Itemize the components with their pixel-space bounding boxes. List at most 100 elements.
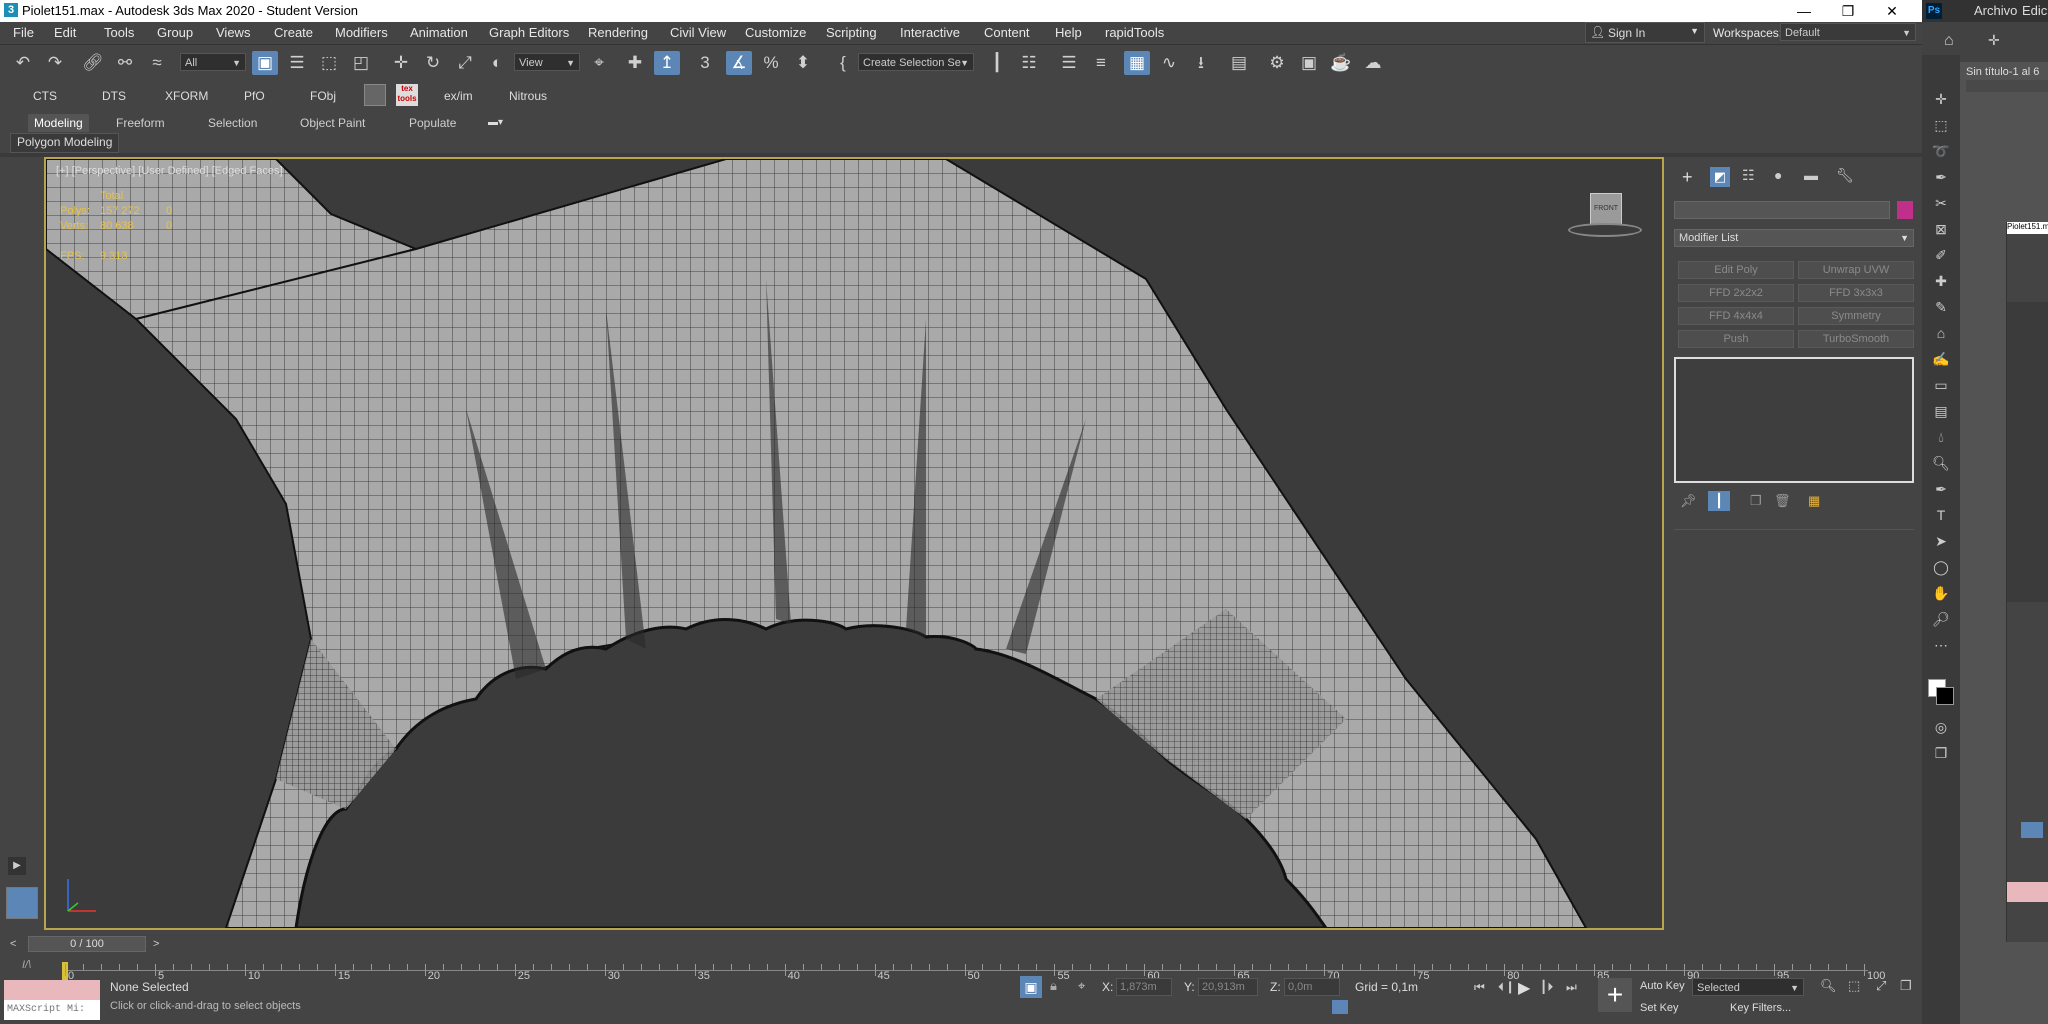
object-color-swatch[interactable] bbox=[1897, 201, 1913, 219]
show-end-result-icon[interactable]: ┃ bbox=[1708, 491, 1730, 511]
menu-graph-editors[interactable]: Graph Editors bbox=[489, 25, 569, 40]
time-slider-thumb[interactable]: 0 / 100 bbox=[28, 936, 146, 952]
create-tab-icon[interactable]: + bbox=[1682, 167, 1693, 188]
maximize-viewport-icon[interactable]: ❐ bbox=[1900, 978, 1912, 994]
textools-icon[interactable]: tex tools bbox=[396, 84, 418, 106]
prev-frame-icon[interactable]: ⏴┃ bbox=[1498, 980, 1516, 995]
x-coord-field[interactable]: 1,873m bbox=[1116, 978, 1172, 996]
modifier-stack[interactable] bbox=[1674, 357, 1914, 483]
align-icon[interactable]: ☷ bbox=[1016, 51, 1042, 75]
push-button[interactable]: Push bbox=[1678, 330, 1794, 348]
redo-icon[interactable]: ↷ bbox=[42, 51, 68, 75]
schematic-view-icon[interactable]: ⭳ bbox=[1188, 51, 1214, 75]
undo-icon[interactable]: ↶ bbox=[10, 51, 36, 75]
maxscript-listener[interactable] bbox=[4, 980, 100, 1000]
tab-selection[interactable]: Selection bbox=[202, 114, 263, 132]
link-icon[interactable]: 🔗︎ bbox=[80, 51, 106, 75]
nitrous-button[interactable]: Nitrous bbox=[509, 89, 547, 103]
menu-modifiers[interactable]: Modifiers bbox=[335, 25, 388, 40]
menu-file[interactable]: File bbox=[13, 25, 34, 40]
display-tab-icon[interactable]: ▬ bbox=[1804, 167, 1818, 183]
dts-button[interactable]: DTS bbox=[102, 89, 126, 103]
pfo-button[interactable]: PfO bbox=[244, 89, 265, 103]
expand-arrow-icon[interactable]: ▶ bbox=[8, 857, 26, 875]
ps-move-icon[interactable]: ✛ bbox=[1930, 89, 1952, 109]
ps-stamp-icon[interactable]: ⌂ bbox=[1930, 323, 1952, 343]
viewport-label[interactable]: [+] [Perspective] [User Defined] [Edged … bbox=[56, 165, 283, 177]
turbosmooth-button[interactable]: TurboSmooth bbox=[1798, 330, 1914, 348]
layer-explorer-icon[interactable]: ≡ bbox=[1088, 51, 1114, 75]
render-setup-icon[interactable]: ⚙ bbox=[1264, 51, 1290, 75]
ps-eyedropper-icon[interactable]: ✐ bbox=[1930, 245, 1952, 265]
select-object-icon[interactable]: ▣ bbox=[252, 51, 278, 75]
bind-spacewarp-icon[interactable]: ≈ bbox=[144, 51, 170, 75]
workspace-dropdown[interactable]: Default ▼ bbox=[1780, 23, 1916, 41]
percent-snap-icon[interactable]: % bbox=[758, 51, 784, 75]
curve-editor-icon[interactable]: ∿ bbox=[1156, 51, 1182, 75]
modifier-list-dropdown[interactable]: Modifier List ▼ bbox=[1674, 229, 1914, 247]
modify-tab-icon[interactable]: ◩ bbox=[1710, 167, 1730, 187]
viewcube[interactable]: FRONT bbox=[1564, 193, 1644, 253]
trackbar[interactable]: I/\ 0 5 10 15 20 25 30 35 40 45 50 55 60 65 70 75 80 85 90… bbox=[0, 956, 1922, 986]
ps-healing-icon[interactable]: ✚ bbox=[1930, 271, 1952, 291]
menu-customize[interactable]: Customize bbox=[745, 25, 806, 40]
ps-crop-icon[interactable]: ✂ bbox=[1930, 193, 1952, 213]
tab-populate[interactable]: Populate bbox=[403, 114, 462, 132]
keyboard-shortcut-override-icon[interactable]: ↥ bbox=[654, 51, 680, 75]
ps-zoom-icon[interactable]: 🔎︎ bbox=[1930, 609, 1952, 629]
fobj-button[interactable]: FObj bbox=[310, 89, 336, 103]
close-button[interactable]: ✕ bbox=[1870, 0, 1914, 22]
pivot-center-icon[interactable]: ⌖ bbox=[586, 51, 612, 75]
ps-background-color[interactable] bbox=[1936, 687, 1954, 705]
xform-button[interactable]: XFORM bbox=[165, 89, 208, 103]
ps-type-icon[interactable]: T bbox=[1930, 505, 1952, 525]
named-selection-dropdown[interactable]: Create Selection Se ▼ bbox=[858, 53, 974, 71]
ps-document-tab[interactable]: Sin título-1 al 6 bbox=[1966, 66, 2039, 78]
ps-marquee-icon[interactable]: ⬚ bbox=[1930, 115, 1952, 135]
menu-content[interactable]: Content bbox=[984, 25, 1030, 40]
zoom-extents-icon[interactable]: ⤢ bbox=[1876, 978, 1886, 994]
menu-views[interactable]: Views bbox=[216, 25, 250, 40]
menu-animation[interactable]: Animation bbox=[410, 25, 468, 40]
ps-brush-icon[interactable]: ✎ bbox=[1930, 297, 1952, 317]
next-frame-icon[interactable]: ┃⏵ bbox=[1540, 980, 1553, 995]
cts-button[interactable]: CTS bbox=[33, 89, 57, 103]
window-crossing-icon[interactable]: ◰ bbox=[348, 51, 374, 75]
ffd-4x4x4-button[interactable]: FFD 4x4x4 bbox=[1678, 307, 1794, 325]
menu-scripting[interactable]: Scripting bbox=[826, 25, 877, 40]
scene-explorer-icon[interactable]: ☰ bbox=[1056, 51, 1082, 75]
ps-frame-icon[interactable]: ⊠ bbox=[1930, 219, 1952, 239]
absolute-mode-icon[interactable]: ⌖ bbox=[1078, 978, 1085, 994]
z-coord-field[interactable]: 0,0m bbox=[1284, 978, 1340, 996]
snaps-toggle-icon[interactable]: 3 bbox=[692, 51, 718, 75]
minimize-button[interactable]: — bbox=[1782, 0, 1826, 22]
unlink-icon[interactable]: ⚯ bbox=[112, 51, 138, 75]
menu-rendering[interactable]: Rendering bbox=[588, 25, 648, 40]
ps-lasso-icon[interactable]: ➰ bbox=[1930, 141, 1952, 161]
perspective-viewport[interactable]: [+] [Perspective] [User Defined] [Edged … bbox=[44, 157, 1664, 930]
material-editor-icon[interactable]: ▤ bbox=[1226, 51, 1252, 75]
ps-hand-icon[interactable]: ✋ bbox=[1930, 583, 1952, 603]
object-name-field[interactable] bbox=[1674, 201, 1890, 219]
motion-tab-icon[interactable]: ● bbox=[1774, 167, 1782, 183]
remove-modifier-icon[interactable]: 🗑︎ bbox=[1774, 493, 1791, 509]
move-tool-icon[interactable]: ✛ bbox=[1988, 32, 2000, 49]
menu-help[interactable]: Help bbox=[1055, 25, 1082, 40]
key-filters-button[interactable]: Key Filters... bbox=[1730, 1002, 1791, 1014]
auto-key-button[interactable]: Auto Key bbox=[1640, 980, 1685, 992]
ps-shape-icon[interactable]: ◯ bbox=[1930, 557, 1952, 577]
time-slider-next-icon[interactable]: > bbox=[153, 938, 159, 950]
menu-interactive[interactable]: Interactive bbox=[900, 25, 960, 40]
scale-icon[interactable]: ⤢ bbox=[452, 51, 478, 75]
ffd-2x2x2-button[interactable]: FFD 2x2x2 bbox=[1678, 284, 1794, 302]
rendered-frame-icon[interactable]: ▣ bbox=[1296, 51, 1322, 75]
ps-eraser-icon[interactable]: ▭ bbox=[1930, 375, 1952, 395]
open-mini-curve-editor-icon[interactable]: I/\ bbox=[22, 959, 31, 971]
render-icon[interactable]: ☕ bbox=[1328, 51, 1354, 75]
time-tag-icon[interactable] bbox=[1332, 1000, 1348, 1014]
ps-screen-mode-icon[interactable]: ❐ bbox=[1930, 743, 1952, 763]
ffd-3x3x3-button[interactable]: FFD 3x3x3 bbox=[1798, 284, 1914, 302]
edit-named-selection-icon[interactable]: { bbox=[830, 51, 856, 75]
ps-history-brush-icon[interactable]: ✍ bbox=[1930, 349, 1952, 369]
make-unique-icon[interactable]: ❐ bbox=[1750, 493, 1762, 509]
